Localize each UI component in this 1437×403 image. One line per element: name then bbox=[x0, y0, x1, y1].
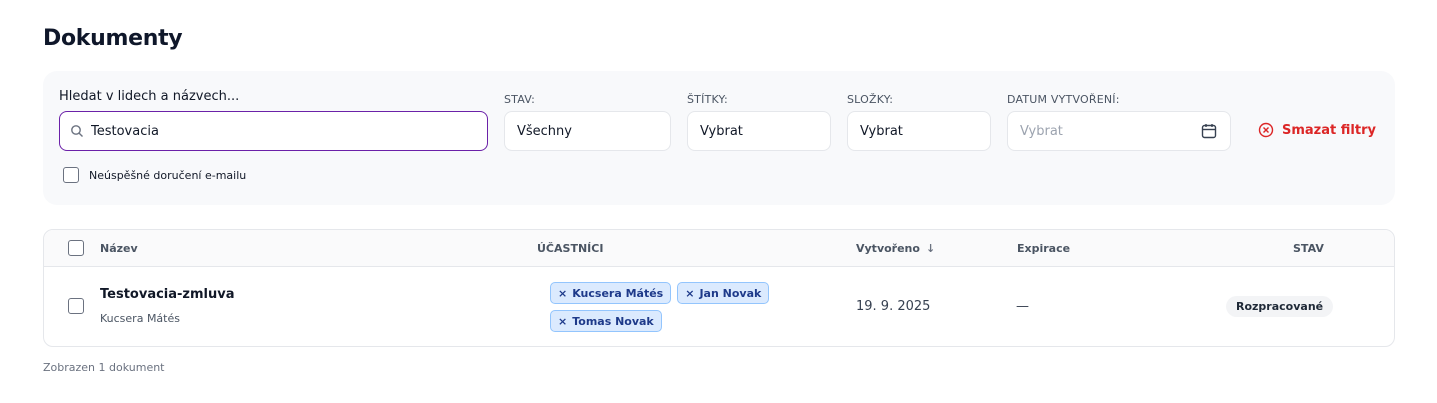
clear-filters-label: Smazat filtry bbox=[1282, 122, 1376, 138]
tags-select-value: Vybrat bbox=[700, 123, 743, 139]
created-date-picker[interactable]: Vybrat bbox=[1007, 111, 1231, 151]
search-field[interactable] bbox=[59, 111, 488, 151]
status-select-value: Všechny bbox=[517, 123, 572, 139]
folders-filter-label: SLOŽKY: bbox=[847, 93, 894, 106]
participant-chip[interactable]: × Kucsera Mátés bbox=[550, 282, 672, 304]
participant-name: Kucsera Mátés bbox=[572, 286, 664, 300]
column-header-status: STAV bbox=[1293, 242, 1324, 255]
column-header-expiration[interactable]: Expirace bbox=[1017, 242, 1070, 255]
column-header-participants: ÚČASTNÍCI bbox=[537, 242, 604, 255]
tags-select[interactable]: Vybrat bbox=[687, 111, 831, 151]
tags-filter-label: ŠTÍTKY: bbox=[687, 93, 728, 106]
email-failed-checkbox[interactable] bbox=[63, 167, 79, 183]
clear-filters-button[interactable]: Smazat filtry bbox=[1258, 122, 1376, 138]
x-circle-icon bbox=[1258, 122, 1274, 138]
participant-name: Tomas Novak bbox=[572, 314, 654, 328]
folders-select-value: Vybrat bbox=[860, 123, 903, 139]
participants-list: × Kucsera Mátés × Jan Novak × Tomas Nova… bbox=[550, 282, 780, 332]
column-header-created-label: Vytvořeno bbox=[856, 242, 920, 255]
folders-select[interactable]: Vybrat bbox=[847, 111, 991, 151]
documents-table: Název ÚČASTNÍCI Vytvořeno ↓ Expirace STA… bbox=[43, 229, 1395, 347]
created-date-placeholder: Vybrat bbox=[1020, 123, 1063, 139]
status-filter-label: STAV: bbox=[504, 93, 536, 106]
row-checkbox[interactable] bbox=[68, 298, 84, 314]
search-label: Hledat v lidech a názvech... bbox=[59, 89, 240, 104]
email-failed-filter[interactable]: Neúspěšné doručení e-mailu bbox=[63, 167, 246, 183]
email-failed-label: Neúspěšné doručení e-mailu bbox=[89, 168, 247, 182]
search-icon bbox=[70, 124, 84, 138]
document-name[interactable]: Testovacia-zmluva bbox=[100, 287, 235, 302]
arrow-down-icon: ↓ bbox=[925, 242, 936, 255]
column-header-name[interactable]: Název bbox=[100, 242, 138, 255]
expiration-date: — bbox=[1016, 299, 1029, 314]
status-badge: Rozpracované bbox=[1226, 296, 1334, 317]
result-count: Zobrazen 1 dokument bbox=[43, 361, 165, 374]
close-icon[interactable]: × bbox=[558, 287, 567, 300]
search-input[interactable] bbox=[91, 123, 471, 139]
page-title: Dokumenty bbox=[43, 26, 183, 51]
close-icon[interactable]: × bbox=[558, 315, 567, 328]
created-date: 19. 9. 2025 bbox=[856, 299, 931, 314]
column-header-created[interactable]: Vytvořeno ↓ bbox=[856, 242, 935, 255]
calendar-icon[interactable] bbox=[1200, 122, 1218, 140]
status-select[interactable]: Všechny bbox=[504, 111, 671, 151]
created-date-filter-label: DATUM VYTVOŘENÍ: bbox=[1007, 93, 1120, 106]
close-icon[interactable]: × bbox=[685, 287, 694, 300]
participant-chip[interactable]: × Tomas Novak bbox=[550, 310, 662, 332]
participant-name: Jan Novak bbox=[699, 286, 762, 300]
participant-chip[interactable]: × Jan Novak bbox=[677, 282, 770, 304]
document-owner: Kucsera Mátés bbox=[100, 312, 180, 325]
select-all-checkbox[interactable] bbox=[68, 240, 84, 256]
table-header: Název ÚČASTNÍCI Vytvořeno ↓ Expirace STA… bbox=[44, 230, 1394, 267]
